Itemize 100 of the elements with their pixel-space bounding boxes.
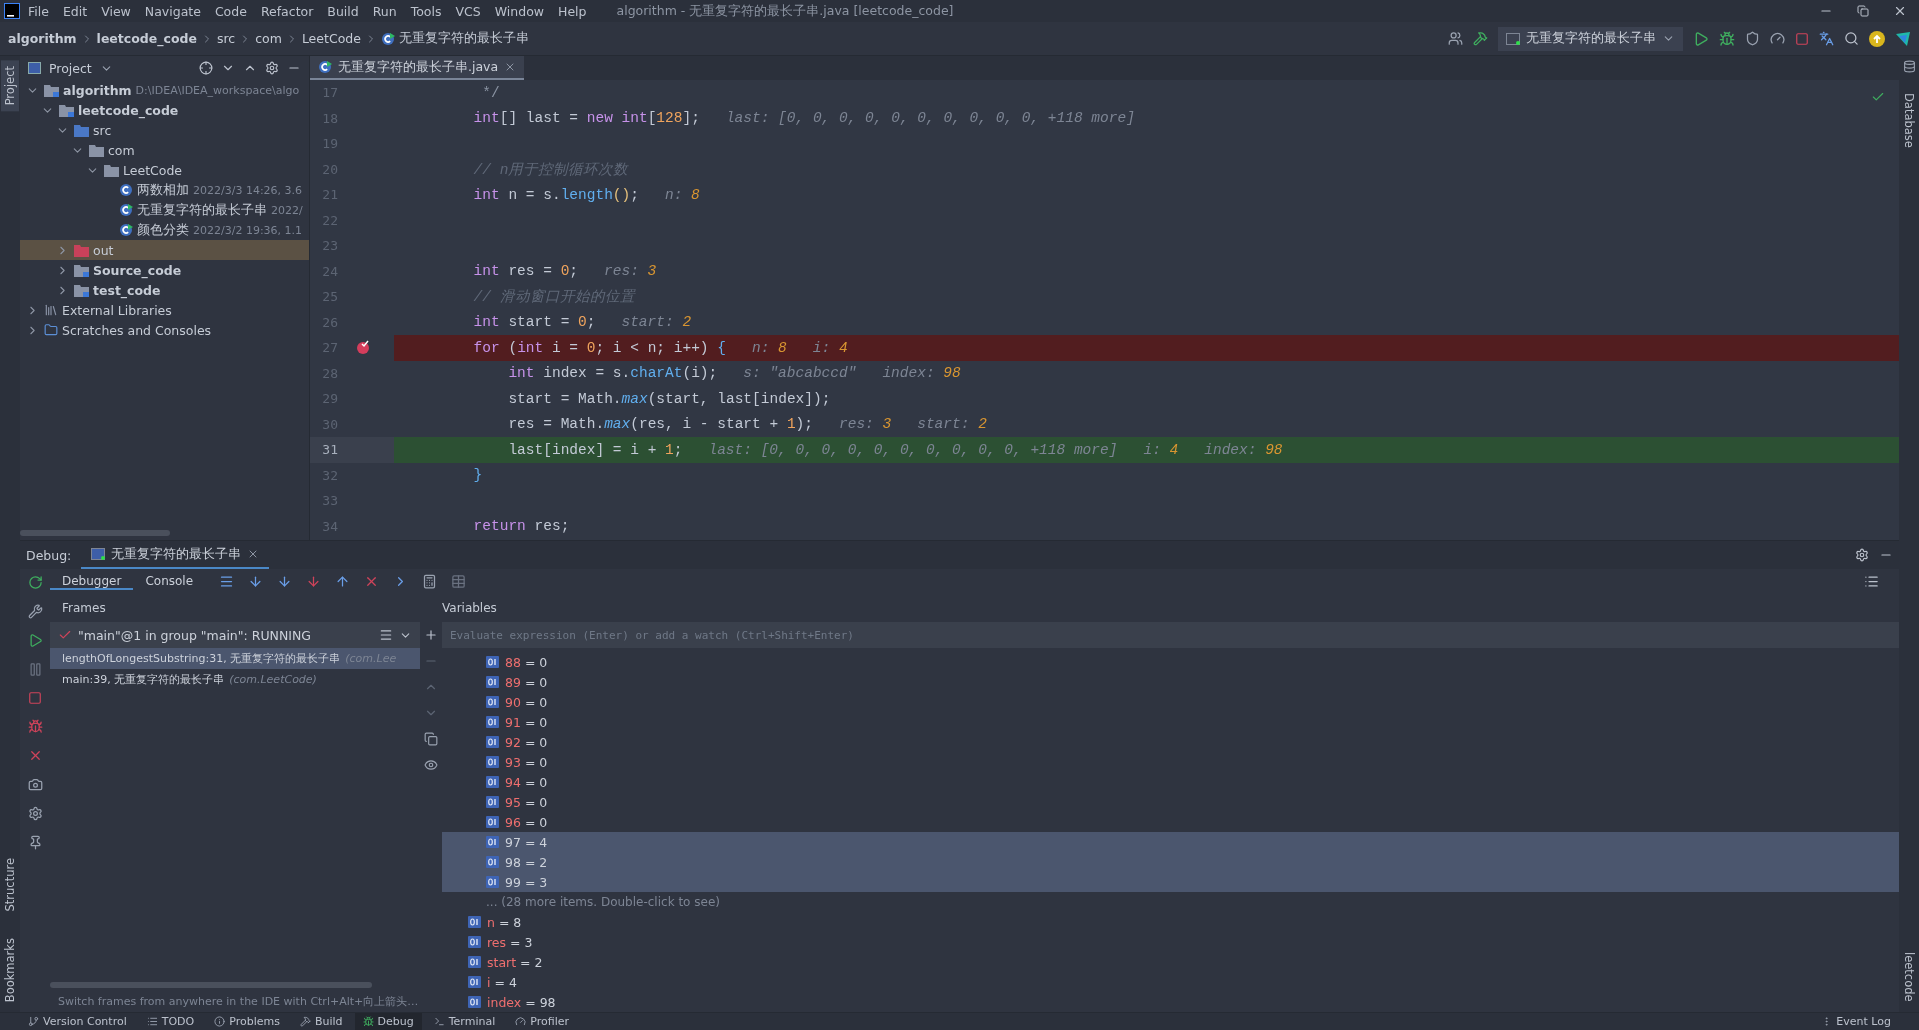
tree-item[interactable]: LeetCode — [20, 160, 309, 180]
tool-window-button[interactable]: Profiler — [507, 1013, 577, 1030]
variable-row[interactable]: 92 = 0 — [442, 732, 1899, 752]
tree-item[interactable]: test_code — [20, 280, 309, 300]
variable-row[interactable]: i = 4 — [442, 972, 1899, 992]
layout-icon[interactable] — [1864, 574, 1879, 589]
tool-window-tab[interactable]: leetcode — [1900, 946, 1918, 1008]
breadcrumb[interactable]: com — [255, 31, 282, 46]
variable-row[interactable]: index = 98 — [442, 992, 1899, 1012]
wrench-icon[interactable] — [27, 604, 43, 619]
menu-item[interactable]: Build — [321, 3, 365, 19]
tree-item[interactable]: src — [20, 120, 309, 140]
stop-icon[interactable] — [1795, 31, 1809, 46]
variable-row[interactable]: 98 = 2 — [442, 852, 1899, 872]
variable-row[interactable]: 95 = 0 — [442, 792, 1899, 812]
step-into-icon[interactable] — [277, 574, 293, 589]
variable-row[interactable]: res = 3 — [442, 932, 1899, 952]
settings-icon[interactable] — [265, 61, 279, 75]
stop-icon[interactable] — [28, 691, 42, 705]
stack-frame[interactable]: main:39, 无重复字符的最长子串 (com.LeetCode) — [50, 669, 420, 690]
pause-icon[interactable] — [27, 662, 43, 677]
tool-window-tab[interactable]: Database — [1900, 87, 1918, 154]
variable-row[interactable]: 88 = 0 — [442, 652, 1899, 672]
tool-window-button[interactable]: Problems — [206, 1013, 288, 1030]
tree-item[interactable]: com — [20, 140, 309, 160]
rerun-icon[interactable] — [27, 575, 43, 590]
search-icon[interactable] — [1844, 31, 1859, 46]
variable-row[interactable]: 97 = 4 — [442, 832, 1899, 852]
eye-icon[interactable] — [424, 758, 438, 772]
tool-window-tab[interactable]: Structure — [1, 852, 19, 918]
tree-item[interactable]: algorithm D:\IDEA\IDEA_workspace\algo — [20, 80, 309, 100]
tree-item[interactable]: out — [20, 240, 309, 260]
breakpoint-icon[interactable] — [355, 340, 371, 356]
tree-item[interactable]: 两数相加 2022/3/3 14:26, 3.6 — [20, 180, 309, 200]
debug-tab[interactable]: Console — [133, 573, 206, 590]
tool-window-button[interactable]: Debug — [354, 1013, 422, 1030]
menu-item[interactable]: VCS — [449, 3, 487, 19]
menu-item[interactable]: Run — [366, 3, 403, 19]
menu-item[interactable]: Help — [552, 3, 593, 19]
settings-icon[interactable] — [1855, 548, 1869, 562]
menu-item[interactable]: Edit — [56, 3, 94, 19]
run-icon[interactable] — [1693, 30, 1709, 47]
tool-window-tab[interactable]: Bookmarks — [1, 931, 19, 1008]
tool-window-button[interactable]: Event Log — [1813, 1013, 1899, 1030]
tool-window-button[interactable]: Terminal — [425, 1013, 504, 1030]
coverage-icon[interactable] — [1745, 31, 1760, 46]
locate-icon[interactable] — [199, 61, 213, 75]
variable-row[interactable]: 91 = 0 — [442, 712, 1899, 732]
variable-row[interactable]: 94 = 0 — [442, 772, 1899, 792]
debug-icon[interactable] — [1719, 30, 1735, 47]
resume-icon[interactable] — [27, 633, 43, 648]
tool-window-button[interactable]: Build — [291, 1013, 351, 1030]
copy-icon[interactable] — [424, 732, 438, 746]
pin-icon[interactable] — [27, 835, 43, 850]
camera-icon[interactable] — [27, 777, 43, 792]
force-step-into-icon[interactable] — [306, 574, 322, 589]
tree-item[interactable]: External Libraries — [20, 300, 309, 320]
tree-item[interactable]: Source_code — [20, 260, 309, 280]
profiler-icon[interactable] — [1770, 31, 1785, 46]
variable-row[interactable]: 93 = 0 — [442, 752, 1899, 772]
variable-row[interactable]: 99 = 3 — [442, 872, 1899, 892]
tool-window-button[interactable]: Version Control — [20, 1013, 135, 1030]
menu-item[interactable]: Window — [488, 3, 550, 19]
thread-selector[interactable]: "main"@1 in group "main": RUNNING — [50, 622, 420, 648]
hammer-icon[interactable] — [1473, 31, 1488, 46]
evaluate-icon[interactable] — [422, 574, 438, 589]
menu-item[interactable]: Tools — [404, 3, 448, 19]
update-icon[interactable] — [1869, 30, 1885, 47]
menu-item[interactable]: File — [22, 3, 55, 19]
settings-icon[interactable] — [27, 806, 43, 821]
breadcrumb[interactable]: LeetCode — [301, 31, 361, 46]
translate-icon[interactable] — [1819, 31, 1834, 46]
variable-row[interactable]: n = 8 — [442, 912, 1899, 932]
menu-item[interactable]: View — [95, 3, 137, 19]
variable-row[interactable]: start = 2 — [442, 952, 1899, 972]
tool-window-tab[interactable]: Project — [1, 60, 19, 112]
add-watch-icon[interactable] — [424, 628, 438, 642]
tree-item[interactable]: leetcode_code — [20, 100, 309, 120]
breadcrumb[interactable]: leetcode_code — [96, 31, 197, 46]
tree-item[interactable]: Scratches and Consoles — [20, 320, 309, 340]
panel-title[interactable]: Project — [49, 60, 92, 76]
step-out-icon[interactable] — [335, 574, 351, 589]
variable-row[interactable]: 90 = 0 — [442, 692, 1899, 712]
step-over-icon[interactable] — [248, 574, 264, 589]
tool-window-button[interactable]: TODO — [138, 1013, 203, 1030]
file-tab[interactable]: 无重复字符的最长子串.java — [310, 56, 525, 80]
close-icon[interactable] — [1893, 4, 1907, 18]
session-tab[interactable]: 无重复字符的最长子串 — [81, 541, 270, 569]
users-icon[interactable] — [1448, 31, 1463, 46]
variable-row[interactable]: 96 = 0 — [442, 812, 1899, 832]
run-config-dropdown[interactable]: 无重复字符的最长子串 — [1498, 26, 1683, 51]
restore-icon[interactable] — [1857, 5, 1869, 17]
debug-tab[interactable]: Debugger — [50, 573, 134, 590]
breadcrumb[interactable]: algorithm — [8, 31, 77, 46]
tree-item[interactable]: 无重复字符的最长子串 2022/ — [20, 200, 309, 220]
breadcrumb[interactable]: 无重复字符的最长子串 — [380, 30, 529, 47]
tree-item[interactable]: 颜色分类 2022/3/2 19:36, 1.1 — [20, 220, 309, 240]
menu-item[interactable]: Refactor — [254, 3, 320, 19]
breadcrumb[interactable]: src — [216, 31, 236, 46]
variable-row[interactable]: 89 = 0 — [442, 672, 1899, 692]
